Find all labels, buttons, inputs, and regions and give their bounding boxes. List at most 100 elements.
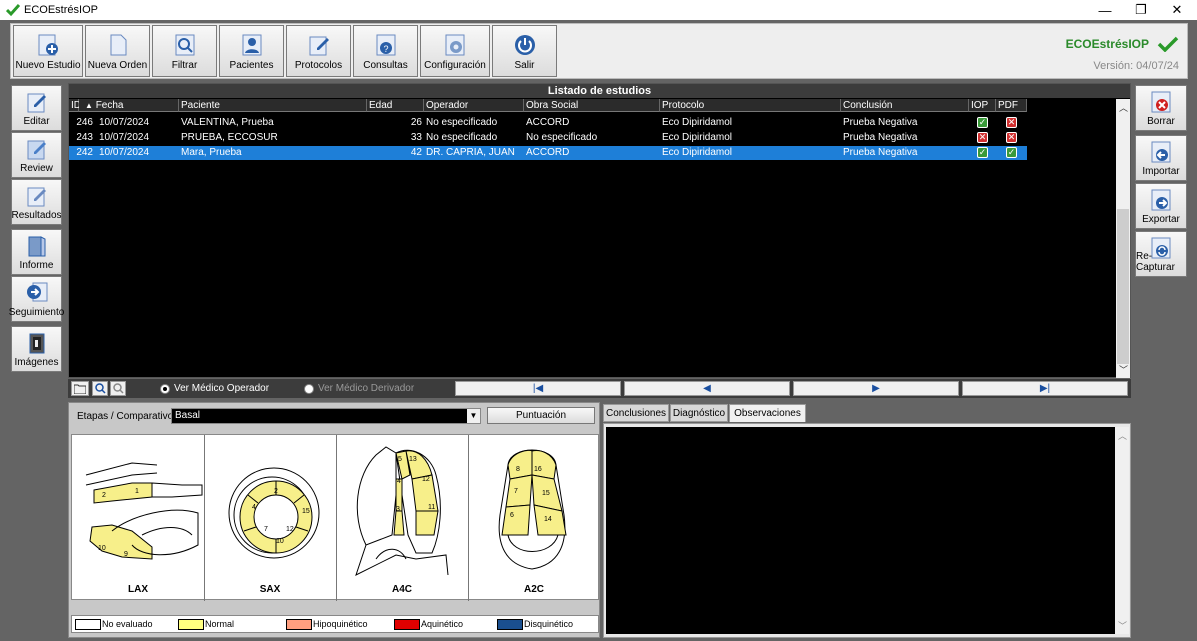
col-header-id[interactable]: ID [69, 99, 81, 112]
consultas-button[interactable]: ? Consultas [353, 25, 418, 77]
seg-label-8: 8 [516, 466, 520, 473]
col-header-conclusion[interactable]: Conclusión [841, 99, 969, 112]
radio-operador-dot[interactable] [160, 383, 170, 394]
importar-button[interactable]: Importar [1135, 135, 1187, 181]
seguimiento-button[interactable]: Seguimiento [8, 276, 65, 322]
prev-record-button[interactable]: ◀ [624, 381, 790, 396]
salir-button[interactable]: Salir [492, 25, 557, 77]
nuevo-estudio-button[interactable]: Nuevo Estudio [13, 25, 83, 77]
tab-conclusiones[interactable]: Conclusiones [603, 404, 669, 422]
zoom-alt-icon [112, 383, 124, 394]
pacientes-button[interactable]: Pacientes [219, 25, 284, 77]
salir-label: Salir [514, 60, 535, 71]
seg-label-2: 2 [102, 492, 106, 499]
radio-medico-operador[interactable]: Ver Médico Operador [160, 383, 269, 394]
review-button[interactable]: Review [11, 132, 62, 178]
resultados-button[interactable]: Resultados [11, 179, 62, 225]
consultas-label: Consultas [363, 60, 408, 71]
lax-diagram[interactable]: 2 1 10 9 LAX [72, 435, 204, 601]
svg-text:?: ? [383, 44, 388, 54]
protocolos-button[interactable]: Protocolos [286, 25, 351, 77]
editar-button[interactable]: Editar [11, 85, 62, 131]
scroll-up-icon[interactable]: ︿ [1119, 101, 1128, 114]
configuracion-label: Configuración [424, 60, 486, 71]
iop-missing-icon[interactable]: ✕ [977, 132, 988, 143]
seguimiento-label: Seguimiento [8, 307, 65, 318]
iop-ok-icon[interactable]: ✓ [977, 117, 988, 128]
sax-diagram[interactable]: 2 4 15 7 12 10 SAX [204, 435, 336, 601]
list-vertical-scrollbar[interactable]: ︿ ﹀ [1116, 99, 1130, 378]
table-row[interactable]: 243 10/07/2024 PRUEBA, ECCOSUR 33 No esp… [69, 131, 1027, 145]
seg-label-15: 15 [542, 490, 550, 497]
minimize-button[interactable]: — [1087, 0, 1123, 20]
close-button[interactable]: ✕ [1159, 0, 1195, 20]
title-bar: ECOEstrésIOP — ❐ ✕ [0, 0, 1197, 20]
scroll-up-icon[interactable]: ︿ [1118, 429, 1127, 442]
col-header-protocolo[interactable]: Protocolo [660, 99, 841, 112]
col-header-fecha-label: Fecha [95, 100, 124, 111]
col-header-paciente[interactable]: Paciente [179, 99, 367, 112]
a2c-diagram[interactable]: 8 16 7 15 6 14 A2C [468, 435, 600, 601]
observaciones-scrollbar[interactable]: ︿ ﹀ [1115, 427, 1129, 634]
imagenes-button[interactable]: Imágenes [11, 326, 62, 372]
protocolos-label: Protocolos [294, 60, 343, 71]
observaciones-textarea[interactable] [606, 427, 1115, 634]
col-header-edad[interactable]: Edad [367, 99, 424, 112]
table-row-selected[interactable]: 242 10/07/2024 Mara, Prueba 42 DR. CAPRI… [69, 146, 1027, 160]
sort-arrow-icon: ▲ [85, 101, 93, 110]
radio-derivador-dot[interactable] [304, 383, 314, 394]
exportar-button[interactable]: Exportar [1135, 183, 1187, 229]
a4c-diagram[interactable]: 5 13 4 12 3 11 A4C [336, 435, 468, 601]
zoom-in-button[interactable] [92, 381, 108, 396]
view-label-lax: LAX [128, 584, 148, 595]
legend-label-no-evaluado: No evaluado [102, 619, 153, 629]
col-header-obra-social[interactable]: Obra Social [524, 99, 660, 112]
brand-block: ECOEstrésIOP Versión: 04/07/24 [1066, 36, 1179, 72]
cell-obra-social: ACCORD [526, 117, 570, 128]
resultados-label: Resultados [11, 210, 62, 221]
scrollbar-thumb[interactable] [1117, 209, 1129, 364]
scroll-down-icon[interactable]: ﹀ [1119, 363, 1128, 376]
pdf-missing-icon[interactable]: ✕ [1006, 132, 1017, 143]
filtrar-button[interactable]: Filtrar [152, 25, 217, 77]
table-row[interactable]: 246 10/07/2024 VALENTINA, Prueba 26 No e… [69, 116, 1027, 130]
scroll-down-icon[interactable]: ﹀ [1118, 619, 1127, 632]
folder-button[interactable] [71, 381, 89, 396]
study-list-panel: Listado de estudios ID ▲ Fecha Paciente … [68, 83, 1131, 378]
re-capturar-button[interactable]: Re-Capturar [1135, 231, 1187, 277]
maximize-button[interactable]: ❐ [1123, 0, 1159, 20]
first-record-button[interactable]: |◀ [455, 381, 621, 396]
informe-button[interactable]: Informe [11, 229, 62, 275]
tab-observaciones[interactable]: Observaciones [729, 404, 806, 422]
puntuacion-button[interactable]: Puntuación [487, 407, 595, 424]
zoom-out-button[interactable] [110, 381, 126, 396]
seg-label-13: 13 [409, 456, 417, 463]
cell-protocolo: Eco Dipiridamol [662, 117, 733, 128]
col-header-fecha[interactable]: ▲ Fecha [79, 99, 179, 112]
tab-diagnostico[interactable]: Diagnóstico [670, 404, 728, 422]
chevron-down-icon[interactable]: ▼ [467, 409, 480, 423]
radio-medico-derivador[interactable]: Ver Médico Derivador [304, 383, 414, 394]
col-header-operador[interactable]: Operador [424, 99, 524, 112]
next-record-button[interactable]: ▶ [793, 381, 959, 396]
configuracion-button[interactable]: Configuración [420, 25, 490, 77]
etapas-select[interactable]: Basal ▼ [171, 408, 481, 424]
pdf-missing-icon[interactable]: ✕ [1006, 117, 1017, 128]
nueva-orden-button[interactable]: Nueva Orden [85, 25, 150, 77]
borrar-button[interactable]: Borrar [1135, 85, 1187, 131]
seg-label-5: 5 [398, 456, 402, 463]
imagenes-label: Imágenes [14, 357, 59, 368]
iop-ok-icon[interactable]: ✓ [977, 147, 988, 158]
delete-icon [1151, 91, 1171, 113]
pdf-ok-icon[interactable]: ✓ [1006, 147, 1017, 158]
legend: No evaluado Normal Hipoquinético Aquinét… [71, 615, 599, 633]
cell-edad: 42 [410, 147, 422, 158]
last-record-button[interactable]: ▶| [962, 381, 1128, 396]
col-header-pdf[interactable]: PDF [996, 99, 1027, 112]
col-header-iop[interactable]: IOP [969, 99, 996, 112]
view-label-a2c: A2C [524, 584, 544, 595]
exportar-label: Exportar [1142, 214, 1180, 225]
cell-fecha: 10/07/2024 [99, 132, 150, 143]
review-label: Review [20, 163, 53, 174]
gear-icon [445, 34, 465, 56]
